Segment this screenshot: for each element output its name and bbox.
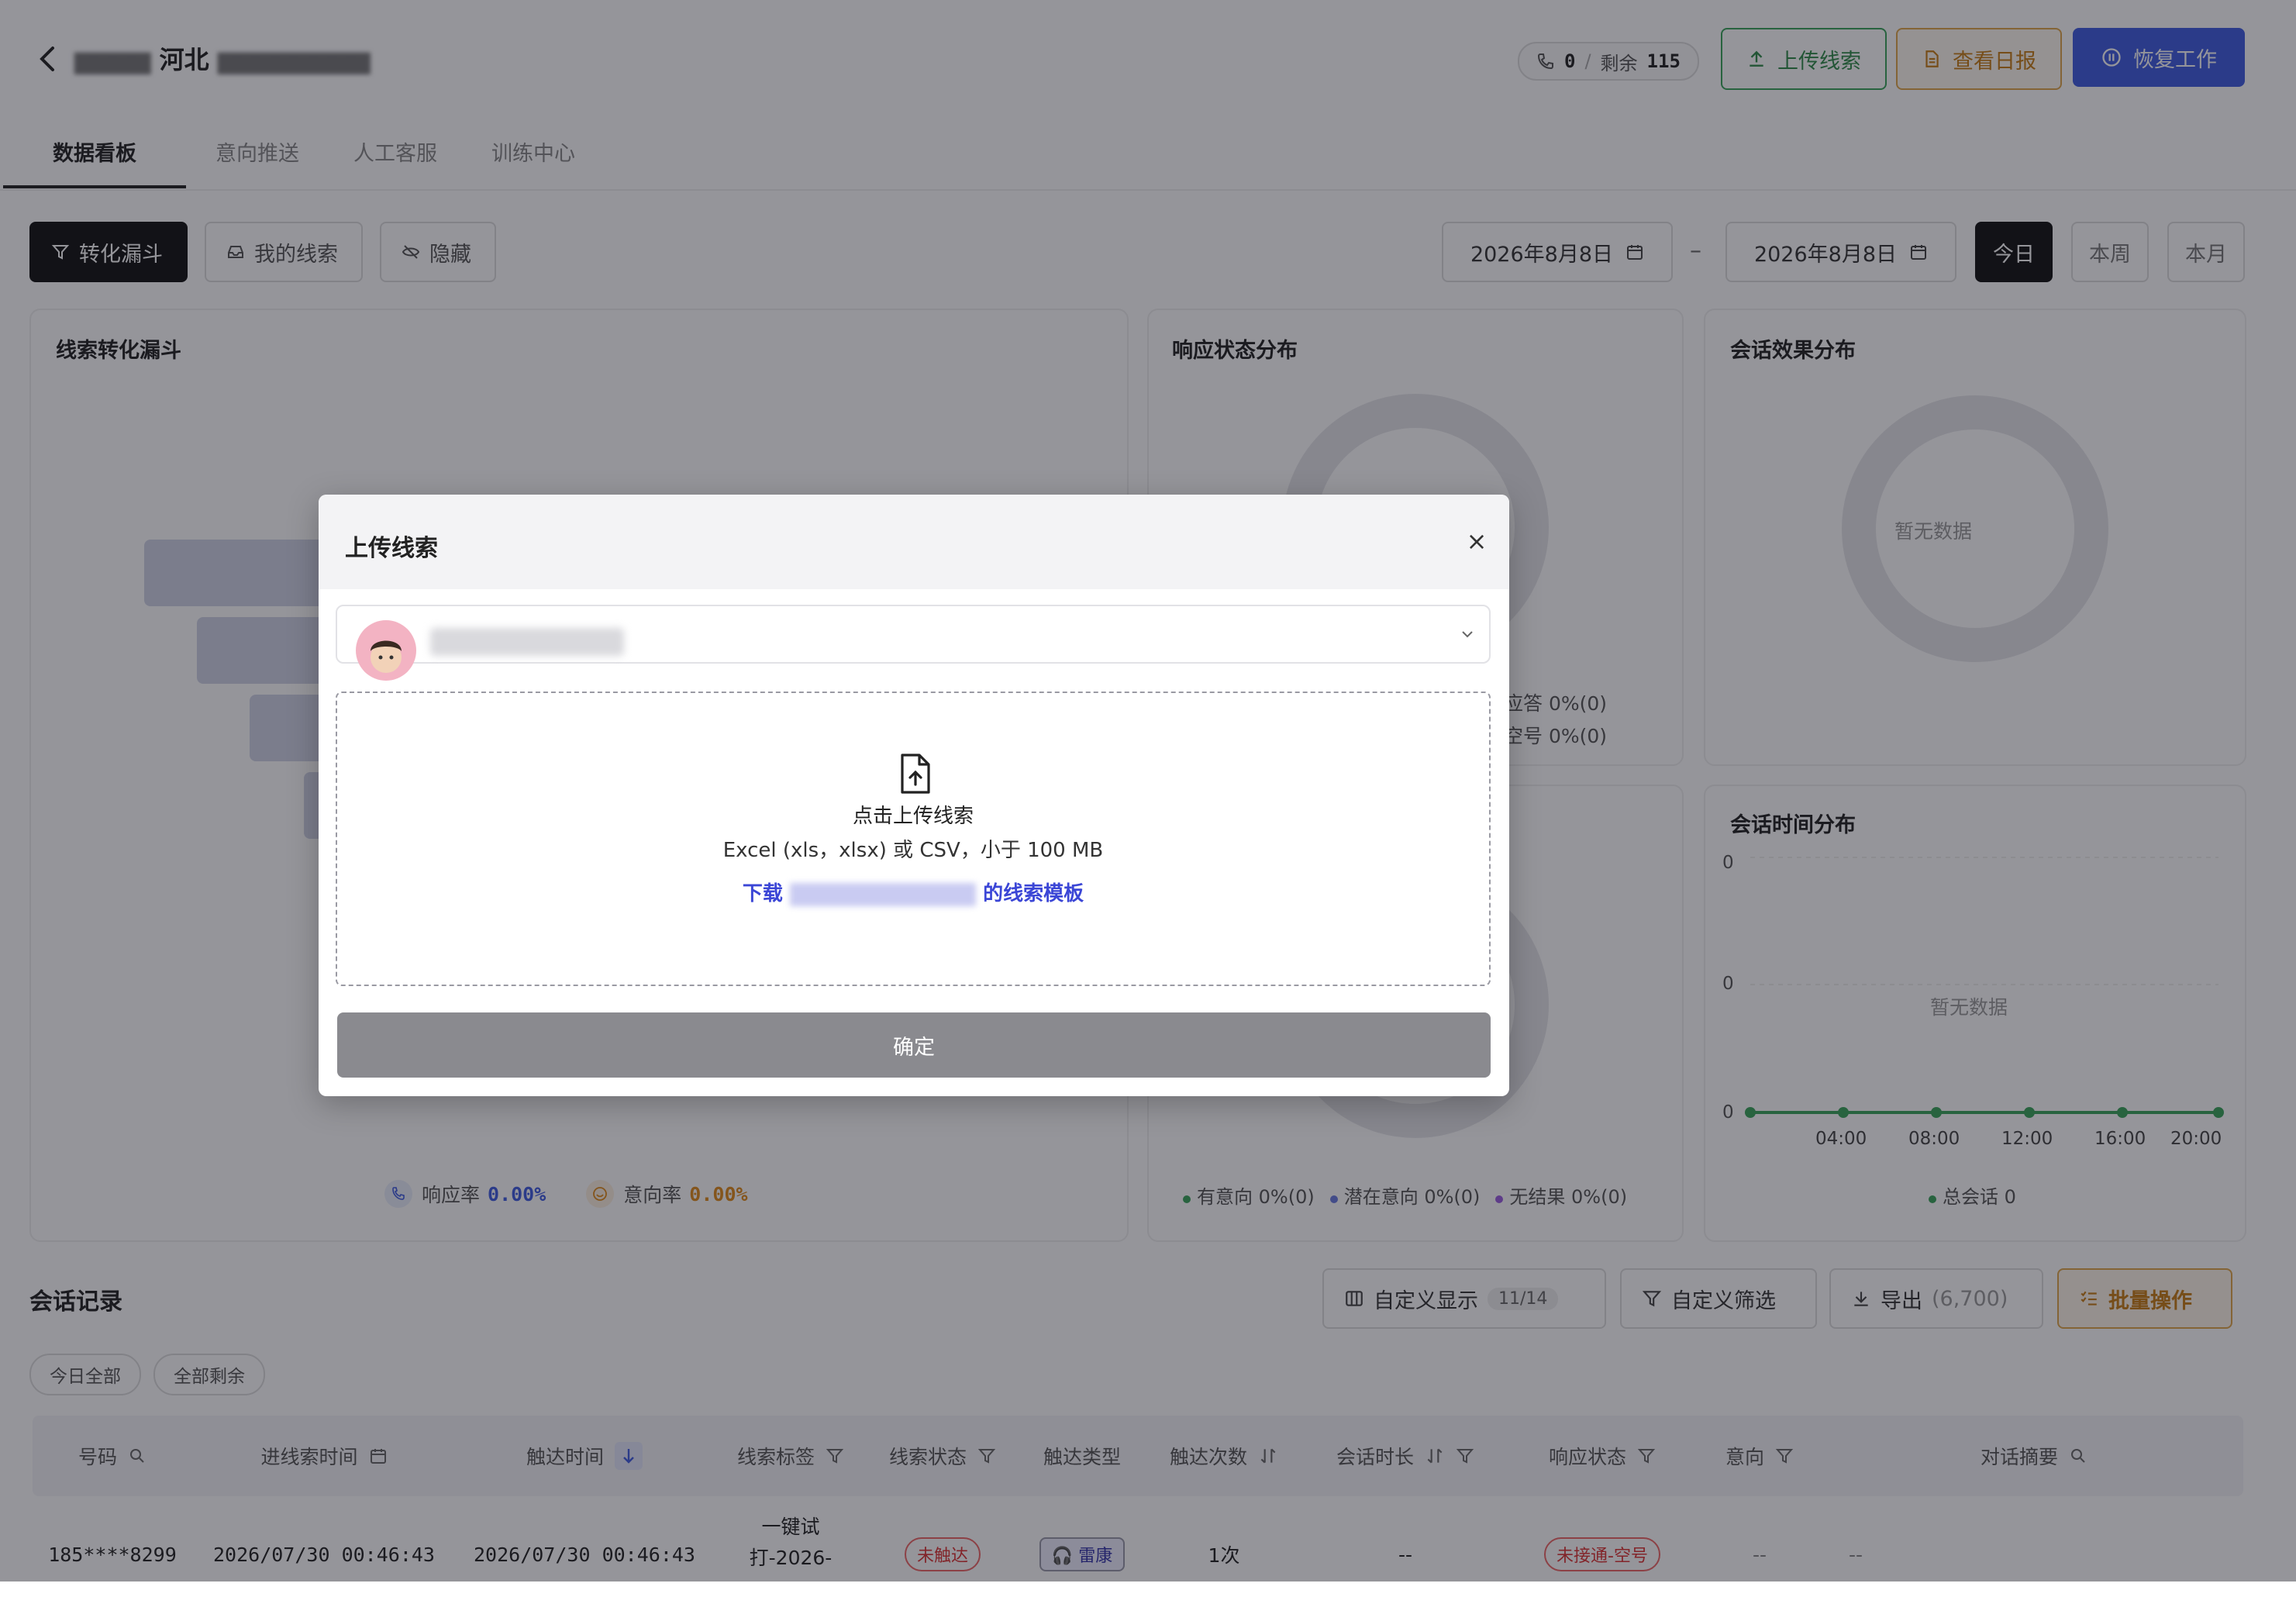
download-prefix: 下载 xyxy=(742,882,783,905)
download-suffix: 的线索模板 xyxy=(983,882,1084,905)
modal-title: 上传线索 xyxy=(345,535,438,562)
account-name-blurred xyxy=(430,628,624,656)
avatar-face-icon xyxy=(371,640,402,673)
download-template-link[interactable]: 下载 的线索模板 xyxy=(337,878,1489,906)
upload-hint: Excel (xls，xlsx) 或 CSV，小于 100 MB xyxy=(722,839,1104,862)
upload-leads-modal: 上传线索 × 点击上传线索 Excel (xls，xlsx) 或 CSV，小于 xyxy=(319,495,1509,1096)
chevron-down-icon[interactable] xyxy=(1458,625,1477,643)
close-icon[interactable]: × xyxy=(1461,526,1492,557)
upload-drop-zone[interactable]: 点击上传线索 Excel (xls，xlsx) 或 CSV，小于 100 MB … xyxy=(336,692,1491,986)
confirm-button[interactable]: 确定 xyxy=(337,1012,1491,1078)
avatar xyxy=(356,620,416,681)
account-select[interactable] xyxy=(336,605,1491,681)
modal-header xyxy=(319,495,1509,589)
template-name-blurred xyxy=(790,882,976,906)
upload-title: 点击上传线索 xyxy=(852,805,974,828)
page: ▆▆▆▆ 河北 ▆▆▆▆▆▆▆▆ 0 / 剩余 115 上传线索 查看日报 恢复… xyxy=(0,0,2296,1581)
file-upload-icon xyxy=(901,754,930,794)
